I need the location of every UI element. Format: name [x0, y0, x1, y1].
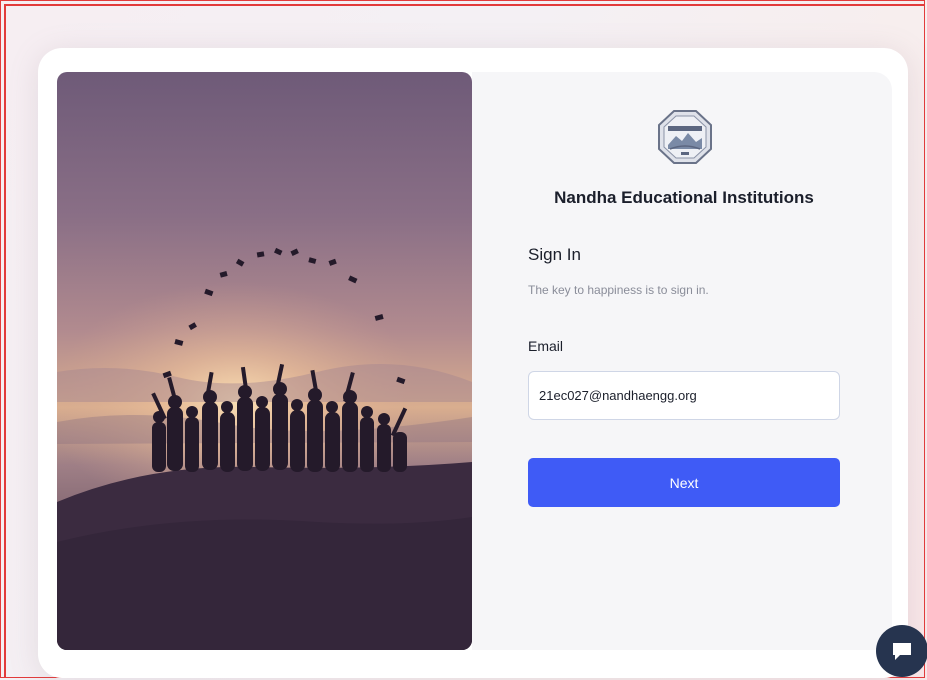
- email-field[interactable]: [528, 371, 840, 420]
- nandha-emblem-icon: [656, 109, 714, 165]
- hero-image: [57, 72, 472, 650]
- signin-heading: Sign In: [528, 245, 581, 264]
- chat-bubble-icon: [893, 643, 911, 660]
- next-button[interactable]: Next: [528, 458, 840, 507]
- signin-subtitle: The key to happiness is to sign in.: [528, 283, 709, 297]
- graduates-sunset-illustration: [57, 72, 472, 650]
- chat-widget-button[interactable]: [876, 625, 927, 677]
- email-label: Email: [528, 338, 564, 354]
- institution-name: Nandha Educational Institutions: [554, 188, 814, 207]
